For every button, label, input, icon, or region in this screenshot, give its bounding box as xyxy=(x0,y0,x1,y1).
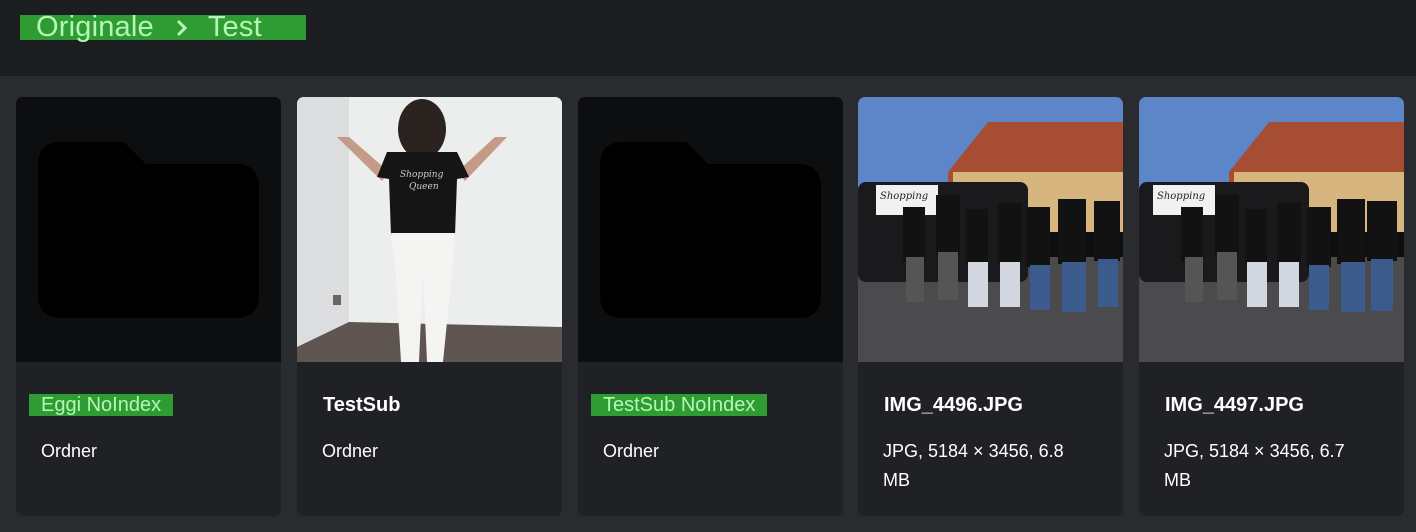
breadcrumb-item-test[interactable]: Test xyxy=(208,13,262,42)
chevron-right-icon xyxy=(176,19,188,37)
svg-text:Shopping: Shopping xyxy=(880,191,928,202)
item-meta: JPG, 5184 × 3456, 6.8 MB xyxy=(883,441,1064,490)
svg-text:Shopping: Shopping xyxy=(1157,191,1205,202)
item-meta: Ordner xyxy=(322,441,379,461)
item-title: Eggi NoIndex xyxy=(29,394,174,416)
image-card-img-4496[interactable]: Shopping IMG_4496.JPG JPG, 5184 × 3456, … xyxy=(858,97,1123,516)
folder-icon xyxy=(16,97,281,362)
folder-card-testsub[interactable]: Shopping Queen TestSub Ordner xyxy=(297,97,562,516)
item-meta: Ordner xyxy=(41,441,98,461)
item-title: IMG_4496.JPG xyxy=(884,394,1023,416)
folder-icon xyxy=(578,97,843,362)
svg-text:Shopping: Shopping xyxy=(400,170,444,180)
photo-thumbnail: Shopping xyxy=(1139,97,1404,362)
item-title: IMG_4497.JPG xyxy=(1165,394,1304,416)
item-title: TestSub xyxy=(323,394,401,416)
folder-card-eggi-noindex[interactable]: Eggi NoIndex Ordner xyxy=(16,97,281,516)
photo-thumbnail: Shopping Queen xyxy=(297,97,562,362)
item-meta: JPG, 5184 × 3456, 6.7 MB xyxy=(1164,441,1345,490)
folder-card-testsub-noindex[interactable]: TestSub NoIndex Ordner xyxy=(578,97,843,516)
top-bar: Originale Test xyxy=(0,0,1416,76)
item-meta: Ordner xyxy=(603,441,660,461)
breadcrumb: Originale Test xyxy=(20,13,306,42)
image-card-img-4497[interactable]: Shopping IMG_4497.JPG JPG, 5184 × 3456, … xyxy=(1139,97,1404,516)
item-title: TestSub NoIndex xyxy=(591,394,768,416)
svg-text:Queen: Queen xyxy=(409,182,439,192)
photo-thumbnail: Shopping xyxy=(858,97,1123,362)
breadcrumb-item-originale[interactable]: Originale xyxy=(20,13,154,42)
